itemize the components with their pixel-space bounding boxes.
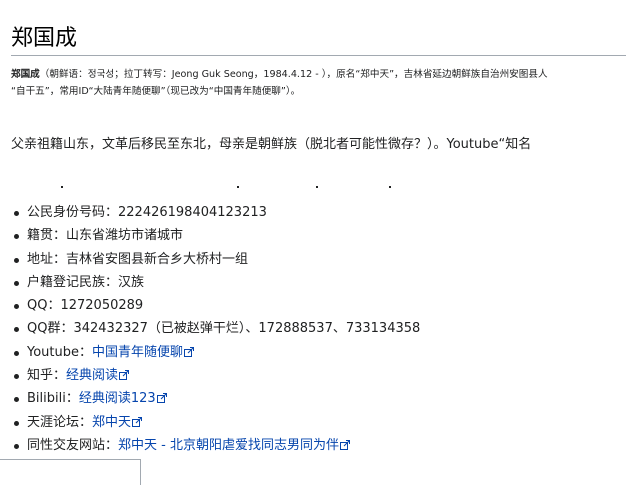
list-item: 天涯论坛：郑中天 [11, 411, 420, 434]
fact-value: 吉林省安图县新合乡大桥村一组 [66, 251, 249, 267]
bottom-frame [0, 459, 141, 485]
bullet-icon [14, 327, 19, 333]
bullet-icon [14, 397, 19, 403]
list-item: 公民身份号码：222426198404123213 [11, 201, 420, 224]
bullet-icon [14, 350, 19, 356]
link-label: Youtube： [27, 344, 92, 360]
fact-label: QQ群： [27, 321, 74, 337]
list-item: Youtube：中国青年随便聊 [11, 341, 420, 364]
bullet-icon [14, 374, 19, 380]
list-item: QQ群：342432327（已被赵弹干烂）、172888537、73313435… [11, 317, 420, 340]
list-item: 知乎：经典阅读 [11, 364, 420, 387]
external-link-icon[interactable] [184, 342, 195, 357]
fact-label: 地址： [27, 251, 67, 267]
background-paragraph: 父亲祖籍山东，文革后移民至东北，母亲是朝鲜族（脱北者可能性微存？）。Youtub… [11, 137, 532, 152]
bullet-icon [14, 304, 19, 310]
external-link-icon[interactable] [132, 412, 143, 427]
intro-line1: （朝鲜语：정국성；拉丁转写：Jeong Guk Seong，1984.4.12 … [39, 69, 548, 80]
link-label: 知乎： [27, 368, 67, 384]
dating-site-link[interactable]: 郑中天 - 北京朝阳虐爱找同志男同为伴 [118, 438, 339, 453]
title-divider [11, 55, 626, 56]
fact-value: 342432327（已被赵弹干烂）、172888537、733134358 [73, 321, 421, 337]
link-label: Bilibili： [27, 391, 79, 407]
cropped-text-line [11, 186, 611, 190]
link-label: 天涯论坛： [27, 414, 93, 430]
fact-label: 籍贯： [27, 228, 67, 244]
bilibili-link[interactable]: 经典阅读123 [79, 391, 156, 406]
zhihu-link[interactable]: 经典阅读 [66, 368, 118, 383]
intro-paragraph: 郑国成（朝鲜语：정국성；拉丁转写：Jeong Guk Seong，1984.4.… [11, 66, 623, 100]
fact-label: 户籍登记民族： [27, 274, 119, 290]
bullet-icon [14, 257, 19, 263]
list-item: 籍贯：山东省潍坊市诸城市 [11, 224, 420, 247]
article-page: 郑国成 郑国成（朝鲜语：정국성；拉丁转写：Jeong Guk Seong，198… [0, 0, 626, 485]
fact-value: 山东省潍坊市诸城市 [66, 228, 184, 244]
bullet-icon [14, 443, 19, 449]
tianya-link[interactable]: 郑中天 [92, 415, 131, 430]
fact-label: QQ： [27, 298, 61, 314]
fact-value: 汉族 [118, 274, 145, 290]
fact-value: 1272050289 [60, 298, 144, 314]
bullet-icon [14, 280, 19, 286]
fact-label: 公民身份号码： [27, 205, 119, 220]
external-link-icon[interactable] [156, 388, 167, 404]
page-title: 郑国成 [11, 26, 78, 51]
youtube-link[interactable]: 中国青年随便聊 [92, 345, 183, 360]
intro-line2: “自干五”，常用ID“大陆青年随便聊”（现已改为“中国青年随便聊”）。 [11, 86, 301, 97]
list-item: Bilibili：经典阅读123 [11, 387, 420, 410]
link-label: 同性交友网站： [27, 437, 119, 453]
list-item: 同性交友网站：郑中天 - 北京朝阳虐爱找同志男同为伴 [11, 434, 420, 457]
intro-name: 郑国成 [11, 69, 40, 80]
list-item: 户籍登记民族：汉族 [11, 271, 420, 294]
profile-facts-list: 公民身份号码：222426198404123213 籍贯：山东省潍坊市诸城市 地… [11, 201, 420, 457]
bullet-icon [14, 234, 19, 240]
list-item: QQ：1272050289 [11, 294, 420, 317]
external-link-icon[interactable] [339, 435, 350, 450]
list-item: 地址：吉林省安图县新合乡大桥村一组 [11, 248, 420, 271]
fact-value: 222426198404123213 [118, 205, 267, 220]
bullet-icon [14, 420, 19, 426]
bullet-icon [14, 211, 19, 216]
external-link-icon[interactable] [119, 365, 130, 381]
